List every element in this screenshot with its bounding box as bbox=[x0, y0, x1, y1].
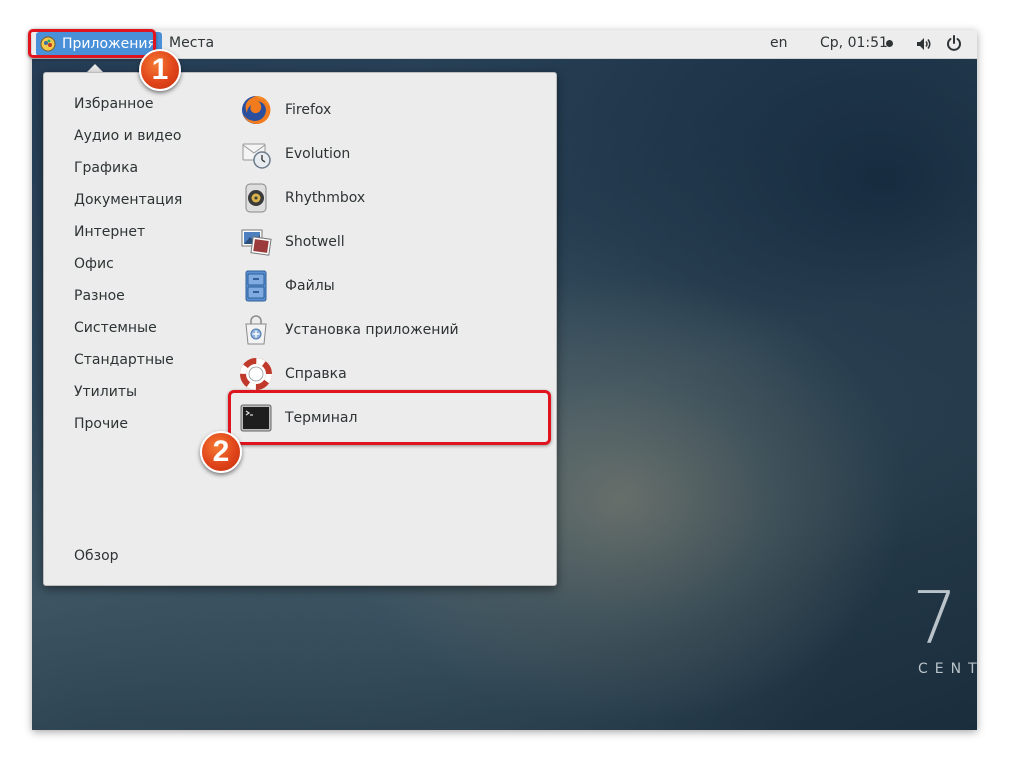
category-other[interactable]: Прочие bbox=[74, 416, 128, 432]
notification-dot-icon bbox=[886, 40, 893, 47]
centos-version-logo: 7 bbox=[912, 576, 958, 660]
category-misc[interactable]: Разное bbox=[74, 288, 125, 304]
activities-overview-link[interactable]: Обзор bbox=[74, 548, 119, 564]
category-office[interactable]: Офис bbox=[74, 256, 114, 272]
app-label-rhythmbox: Rhythmbox bbox=[285, 190, 366, 206]
app-label-help: Справка bbox=[285, 366, 347, 382]
step-badge-2: 2 bbox=[200, 431, 242, 473]
rhythmbox-icon bbox=[245, 183, 267, 213]
app-label-shotwell: Shotwell bbox=[285, 234, 345, 250]
app-label-firefox: Firefox bbox=[285, 102, 332, 118]
clock[interactable]: Ср, 01:51 bbox=[820, 35, 888, 51]
app-firefox[interactable]: Firefox bbox=[240, 92, 540, 128]
shotwell-icon bbox=[241, 229, 272, 256]
category-favorites[interactable]: Избранное bbox=[74, 96, 154, 112]
app-help[interactable]: Справка bbox=[240, 356, 540, 392]
step-badge-1: 1 bbox=[139, 49, 181, 91]
category-internet[interactable]: Интернет bbox=[74, 224, 145, 240]
highlight-box-applications bbox=[28, 29, 156, 58]
app-evolution[interactable]: Evolution bbox=[240, 136, 540, 172]
applications-menu-popup: Избранное Аудио и видео Графика Документ… bbox=[43, 72, 557, 586]
places-menu-button[interactable]: Места bbox=[169, 35, 214, 51]
volume-icon[interactable] bbox=[916, 36, 932, 52]
app-rhythmbox[interactable]: Rhythmbox bbox=[240, 180, 540, 216]
software-install-icon bbox=[245, 315, 267, 345]
category-system[interactable]: Системные bbox=[74, 320, 157, 336]
app-software-install[interactable]: Установка приложений bbox=[240, 312, 540, 348]
app-label-software-install: Установка приложений bbox=[285, 322, 459, 338]
highlight-box-terminal bbox=[228, 390, 551, 445]
app-files[interactable]: Файлы bbox=[240, 268, 540, 304]
app-shotwell[interactable]: Shotwell bbox=[240, 224, 540, 260]
firefox-icon bbox=[242, 95, 271, 124]
evolution-icon bbox=[242, 143, 271, 169]
category-documentation[interactable]: Документация bbox=[74, 192, 182, 208]
help-icon bbox=[240, 358, 272, 390]
category-utilities[interactable]: Утилиты bbox=[74, 384, 137, 400]
centos-logo-text: CENTOS bbox=[918, 661, 977, 677]
app-label-files: Файлы bbox=[285, 278, 335, 294]
keyboard-layout-indicator[interactable]: en bbox=[770, 35, 788, 51]
power-icon[interactable] bbox=[946, 35, 962, 51]
app-label-evolution: Evolution bbox=[285, 146, 351, 162]
files-icon bbox=[245, 270, 267, 302]
category-audio-video[interactable]: Аудио и видео bbox=[74, 128, 181, 144]
category-graphics[interactable]: Графика bbox=[74, 160, 138, 176]
category-accessories[interactable]: Стандартные bbox=[74, 352, 174, 368]
